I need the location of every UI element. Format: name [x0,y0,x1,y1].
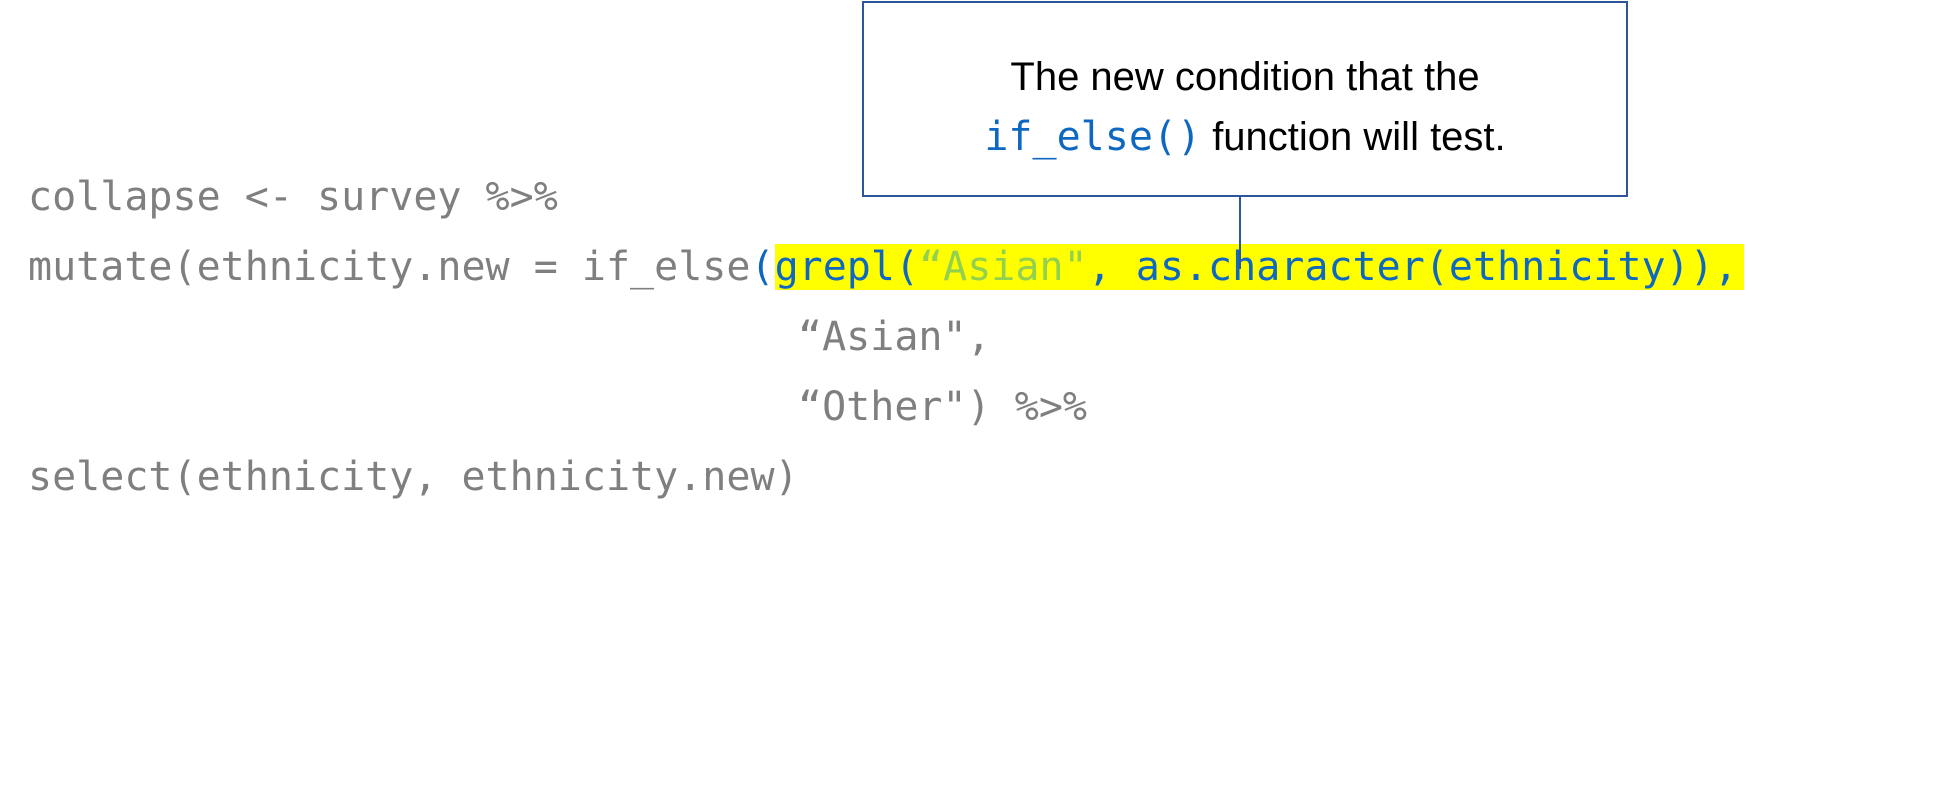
code-line-2: mutate(ethnicity.new = if_else(grepl(“As… [28,242,1744,292]
callout-code-text: if_else() [984,114,1202,160]
callout-box: The new condition that the if_else() fun… [862,1,1628,197]
code-line-1: collapse <- survey %>% [28,172,558,222]
highlighted-condition: grepl(“Asian", as.character(ethnicity)), [774,244,1744,290]
callout-line-2-rest: function will test. [1201,115,1506,159]
code-line-3-text: “Asian", [798,314,991,360]
code-line-5-text: select(ethnicity, ethnicity.new) [28,454,799,500]
highlighted-rest: , as.character(ethnicity)), [1087,244,1738,290]
highlighted-string: “Asian" [919,244,1088,290]
code-line-2-prefix: mutate(ethnicity.new = if_else [28,244,751,290]
code-line-1-text: collapse <- survey %>% [28,174,558,220]
highlighted-func: grepl( [774,244,920,290]
code-line-2-open-paren: ( [750,244,775,290]
code-line-4-text: “Other") %>% [798,384,1087,430]
code-line-5: select(ethnicity, ethnicity.new) [28,452,799,502]
callout-line-1: The new condition that the [1010,55,1480,99]
code-line-3: “Asian", [798,312,991,362]
callout-line-2: if_else() function will test. [864,107,1626,167]
callout-connector-line [1239,197,1241,269]
code-line-4: “Other") %>% [798,382,1087,432]
